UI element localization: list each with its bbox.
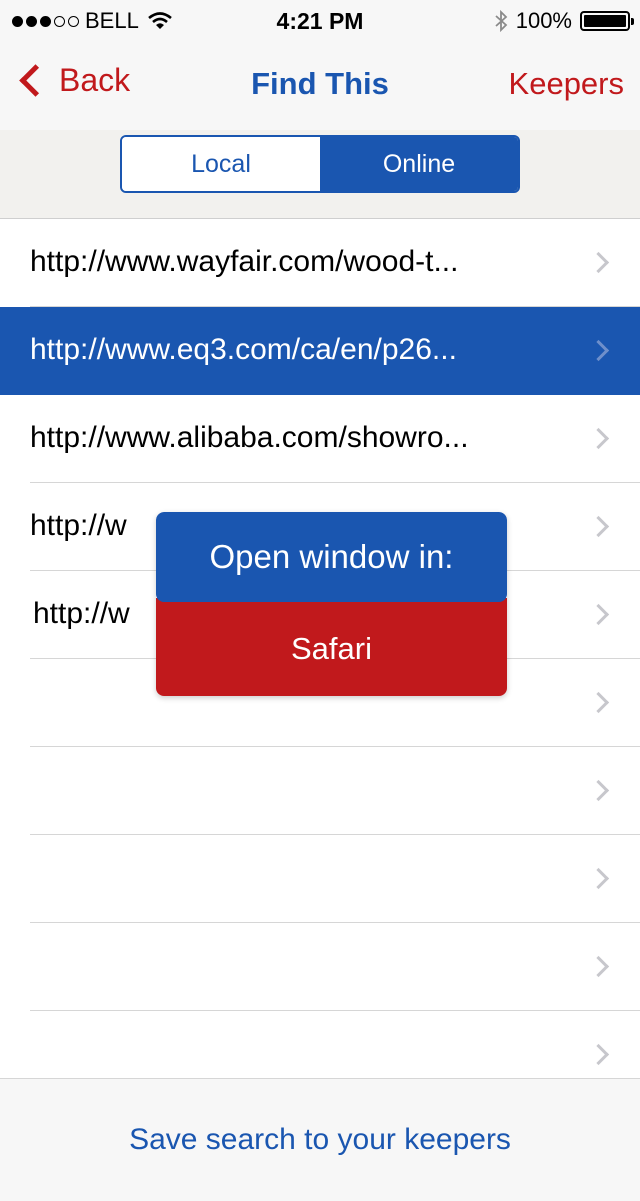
list-item[interactable] (0, 747, 640, 835)
chevron-right-icon (587, 1043, 610, 1066)
list-item-url: http://www.alibaba.com/showro... (30, 421, 469, 454)
popup-title: Open window in: (156, 512, 507, 602)
chevron-right-icon (587, 779, 610, 802)
chevron-right-icon (587, 867, 610, 890)
chevron-right-icon (587, 251, 610, 274)
chevron-right-icon (587, 691, 610, 714)
chevron-right-icon (587, 339, 610, 362)
battery-percent: 100% (515, 8, 572, 33)
battery-icon (580, 11, 634, 31)
chevron-right-icon (587, 603, 610, 626)
list-item-url: http://www.eq3.com/ca/en/p26... (30, 333, 457, 366)
list-item[interactable]: http://www.alibaba.com/showro... (0, 395, 640, 483)
safari-option-button[interactable]: Safari (156, 598, 507, 696)
segmented-control: Local Online (120, 135, 520, 193)
status-bar: BELL 4:21 PM 100% (0, 0, 640, 40)
segment-local[interactable]: Local (122, 137, 320, 191)
status-right: 100% (494, 8, 634, 34)
open-in-popup: Open window in: Safari (156, 512, 507, 696)
bottom-bar: Save search to your keepers (0, 1078, 640, 1201)
bluetooth-icon (495, 9, 508, 33)
list-item[interactable] (0, 835, 640, 923)
keepers-button[interactable]: Keepers (509, 66, 624, 102)
segment-online[interactable]: Online (320, 137, 518, 191)
chevron-right-icon (587, 427, 610, 450)
save-search-button[interactable]: Save search to your keepers (0, 1123, 640, 1157)
list-item[interactable] (0, 923, 640, 1011)
navigation-bar: Back Find This Keepers (0, 40, 640, 130)
list-item[interactable]: http://www.eq3.com/ca/en/p26... (0, 307, 640, 395)
chevron-right-icon (587, 955, 610, 978)
list-item-url: http://www.wayfair.com/wood-t... (30, 245, 459, 278)
chevron-right-icon (587, 515, 610, 538)
segment-bar: Local Online (0, 130, 640, 219)
list-item[interactable]: http://www.wayfair.com/wood-t... (0, 219, 640, 307)
